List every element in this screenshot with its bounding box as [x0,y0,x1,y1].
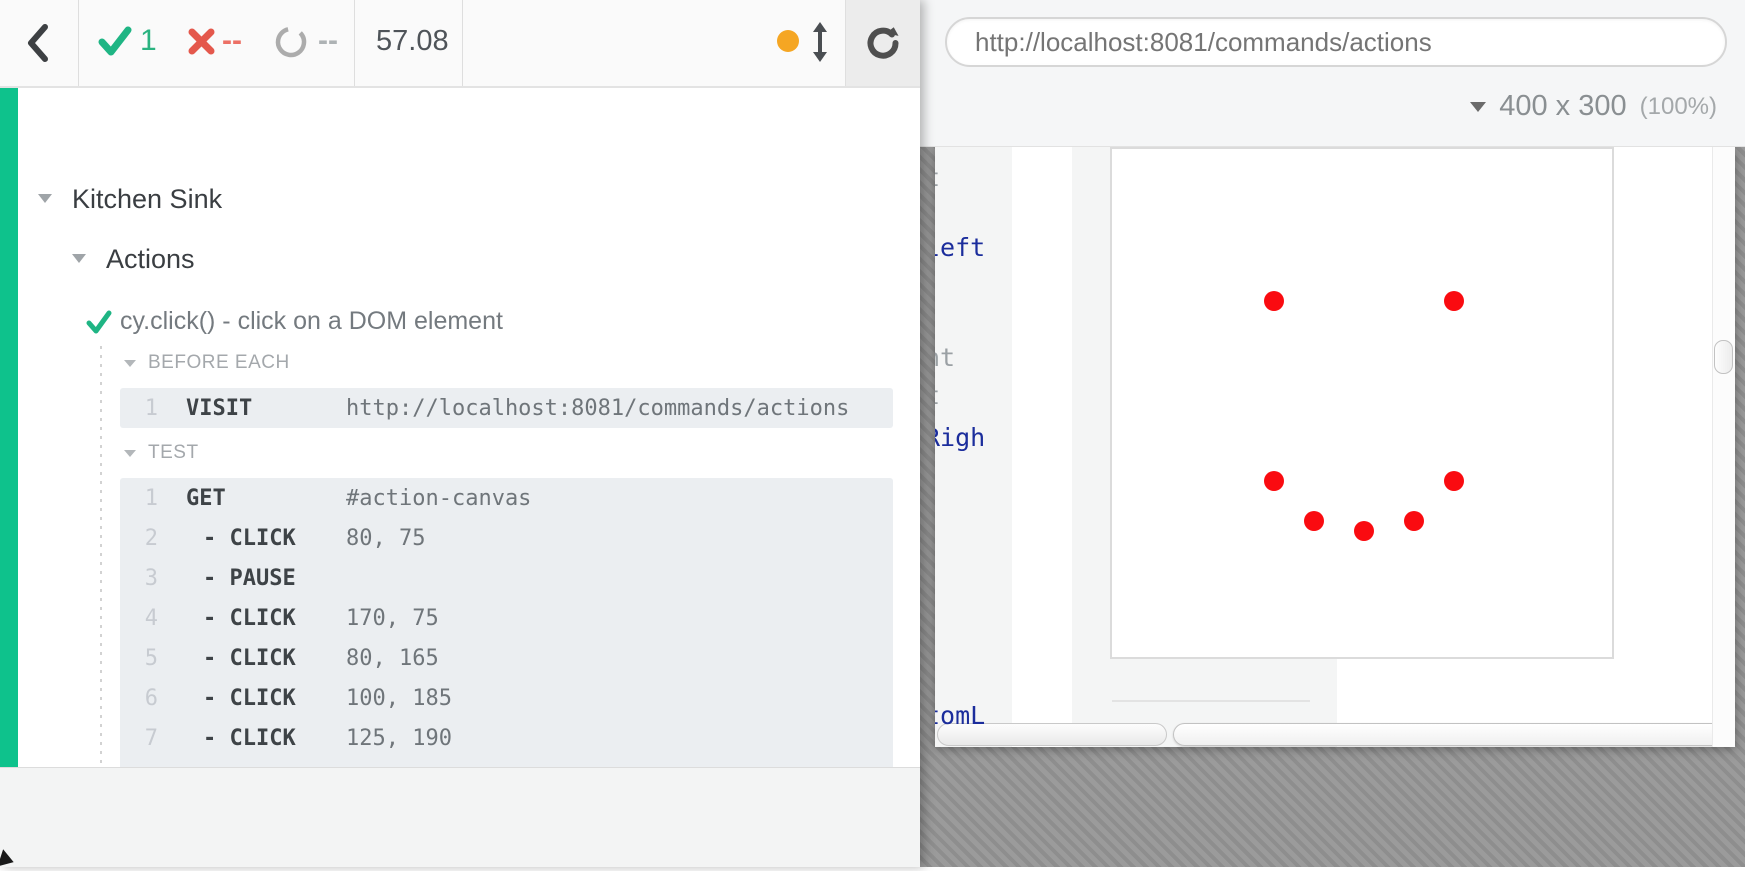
command-number: 5 [120,646,166,671]
command-message: 170, 75 [346,606,439,631]
click-dot [1264,471,1284,491]
page-code-fragment: tomL [935,701,985,730]
section-before-each[interactable]: BEFORE EACH [124,352,290,374]
viewport-scale: (100%) [1640,93,1717,121]
collapse-caret-icon [124,360,136,367]
page-code-fragment: t [935,163,940,192]
command-method: - CLICK [186,606,346,631]
command-row[interactable]: 4 - CLICK 170, 75 [120,598,893,638]
command-method: - CLICK [186,726,346,751]
command-message: 100, 185 [346,686,452,711]
aut-iframe: t left ht t Righ tomL [935,147,1735,747]
back-button[interactable] [16,16,60,70]
passed-check-icon [98,26,132,56]
suite-kitchen-sink[interactable]: Kitchen Sink [72,184,222,215]
reporter-toolbar: 1 -- -- 57.08 [0,0,920,88]
command-log: Kitchen Sink Actions cy.click() - click … [0,88,920,767]
click-dot [1404,511,1424,531]
page-code-fragment: ht [935,343,955,372]
collapse-caret-icon [124,450,136,457]
passed-count: 1 [140,24,157,58]
command-message: 125, 190 [346,726,452,751]
page-code-fragment: t [935,381,940,410]
command-row[interactable]: 7 - CLICK 125, 190 [120,718,893,758]
section-label: TEST [148,442,199,464]
command-row[interactable]: 5 - CLICK 80, 165 [120,638,893,678]
click-dot [1354,521,1374,541]
horizontal-scrollbar-thumb[interactable] [1173,723,1725,746]
page-code-fragment: left [935,233,985,262]
command-row[interactable]: 3 - PAUSE [120,558,893,598]
refresh-button[interactable] [845,0,920,86]
page-code-fragment: Righ [935,423,985,452]
command-number: 7 [120,726,166,751]
action-canvas[interactable] [1110,147,1614,659]
command-number: 6 [120,686,166,711]
command-method: - PAUSE [186,566,346,591]
toolbar-separator [354,0,355,86]
test-title[interactable]: cy.click() - click on a DOM element [120,307,503,336]
command-row[interactable]: 6 - CLICK 100, 185 [120,678,893,718]
page-code-block-band [1072,147,1110,747]
collapse-caret-icon[interactable] [38,194,52,203]
aut-stage-hatched-background: t left ht t Righ tomL [920,147,1745,867]
toolbar-separator [462,0,463,86]
url-bar[interactable]: http://localhost:8081/commands/actions [945,17,1727,67]
chevron-left-icon [24,21,52,65]
reporter-footer [0,767,920,867]
pending-count: -- [318,24,338,58]
viewport-size: 400 x 300 [1499,90,1626,123]
command-message: 80, 165 [346,646,439,671]
active-spec-bar [0,88,18,767]
section-label: BEFORE EACH [148,352,290,374]
command-method: - CLICK [186,526,346,551]
click-dot [1444,471,1464,491]
resize-panel-arrow-icon[interactable] [806,21,834,63]
page-divider-line [1112,700,1310,702]
refresh-icon [865,25,901,61]
command-number: 3 [120,566,166,591]
mouse-cursor [0,849,16,870]
command-method: - CLICK [186,646,346,671]
command-number: 2 [120,526,166,551]
viewport-selector[interactable]: 400 x 300 (100%) [1470,90,1717,123]
command-row[interactable]: 2 - CLICK 80, 75 [120,518,893,558]
command-row[interactable]: 1 GET #action-canvas [120,478,893,518]
section-test[interactable]: TEST [124,442,199,464]
test-hierarchy-line [100,346,102,836]
before-each-commands: 1 VISIT http://localhost:8081/commands/a… [120,388,893,428]
click-dot [1264,291,1284,311]
command-number: 4 [120,606,166,631]
failed-x-icon [188,28,215,55]
test-passed-check-icon [86,310,112,334]
command-message: #action-canvas [346,486,531,511]
command-method: GET [186,486,346,511]
url-text: http://localhost:8081/commands/actions [975,27,1432,58]
collapse-caret-icon[interactable] [72,254,86,263]
auto-scroll-indicator [777,30,799,52]
command-number: 1 [120,486,166,511]
chevron-down-icon [1470,102,1486,112]
aut-region: http://localhost:8081/commands/actions 4… [920,0,1745,867]
toolbar-separator [78,0,79,86]
click-dot [1304,511,1324,531]
suite-actions[interactable]: Actions [106,244,195,275]
click-dot [1444,291,1464,311]
vertical-scrollbar-thumb[interactable] [1714,340,1733,374]
duration-timer: 57.08 [376,25,449,58]
command-method: - CLICK [186,686,346,711]
failed-count: -- [222,24,242,58]
command-number: 1 [120,396,166,421]
reporter-panel: 1 -- -- 57.08 Kitchen Sink [0,0,920,867]
pending-circle-icon [274,25,308,59]
command-method: VISIT [186,396,346,421]
command-message: http://localhost:8081/commands/actions [346,396,849,421]
command-message: 80, 75 [346,526,425,551]
aut-header: http://localhost:8081/commands/actions 4… [920,0,1745,147]
command-row[interactable]: 1 VISIT http://localhost:8081/commands/a… [120,388,893,428]
vertical-scrollbar-track[interactable] [1712,147,1735,747]
